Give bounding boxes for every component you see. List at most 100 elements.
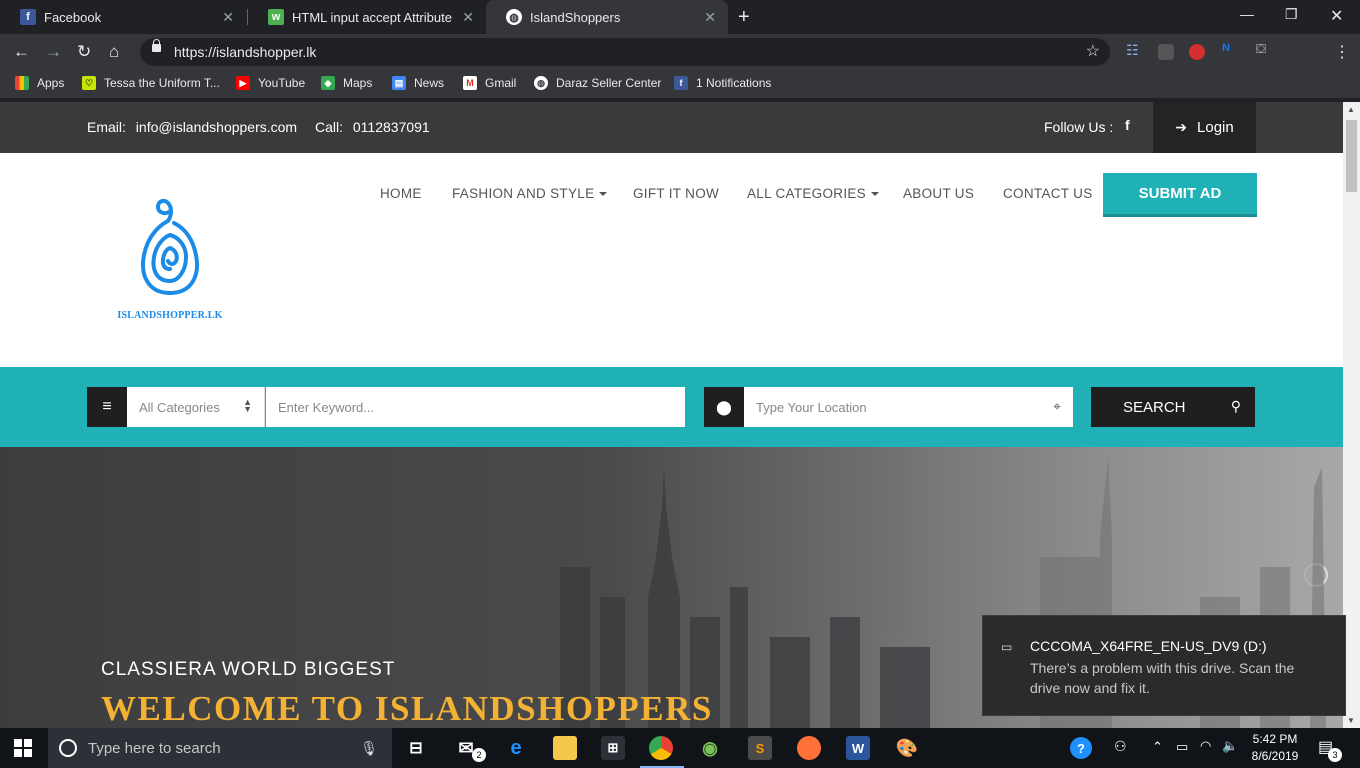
keyword-placeholder: Enter Keyword... — [278, 399, 375, 415]
list-extension-icon[interactable]: ☷ — [1126, 42, 1142, 58]
logo-text: ISLANDSHOPPER.LK — [117, 310, 223, 321]
bookmark-star-icon[interactable]: ☆ — [1086, 41, 1100, 61]
word-icon[interactable]: W — [846, 736, 870, 760]
nav-home[interactable]: HOME — [380, 186, 422, 201]
phone-link[interactable]: 0112837091 — [353, 119, 430, 135]
address-bar[interactable]: https://islandshopper.lk ☆ — [140, 38, 1110, 66]
hero-subtitle: CLASSIERA WORLD BIGGEST — [101, 659, 396, 680]
sublime-text-icon[interactable]: S — [748, 736, 772, 760]
bookmark-label: 1 Notifications — [696, 76, 772, 90]
android-studio-icon[interactable]: ◉ — [698, 736, 722, 760]
category-select[interactable]: All Categories ▲ ▼ — [127, 387, 265, 427]
bookmark-tessa[interactable]: ♡ Tessa the Uniform T... — [82, 76, 220, 90]
location-placeholder: Type Your Location — [756, 399, 867, 415]
tab-label: Facebook — [44, 9, 102, 25]
maximize-button[interactable]: ❐ — [1285, 6, 1298, 23]
nav-fashion-and-style[interactable]: FASHION AND STYLE — [452, 186, 608, 201]
bookmark-daraz[interactable]: ◍ Daraz Seller Center — [534, 76, 661, 90]
new-tab-button[interactable]: + — [738, 6, 750, 29]
email-label: Email: — [87, 119, 126, 135]
scrollbar-thumb[interactable] — [1346, 120, 1357, 192]
caret-down-icon — [870, 192, 879, 197]
system-clock[interactable]: 5:42 PM 8/6/2019 — [1250, 731, 1300, 765]
maps-icon: ◆ — [321, 76, 335, 90]
chrome-menu-icon[interactable]: ⋮ — [1334, 42, 1350, 62]
windows-start-icon[interactable] — [14, 739, 32, 757]
map-marker-icon: ⬤ — [704, 387, 744, 427]
nav-label: HOME — [380, 186, 422, 201]
caret-down-icon — [599, 192, 608, 197]
chevron-up-icon[interactable]: ⌃ — [1152, 739, 1163, 755]
n-extension-icon[interactable]: N — [1222, 42, 1238, 58]
close-tab-icon[interactable]: ✕ — [222, 9, 234, 26]
nav-about-us[interactable]: ABOUT US — [903, 186, 974, 201]
cast-extension-icon[interactable]: ⛋ — [1256, 41, 1272, 57]
bookmark-apps[interactable]: Apps — [15, 76, 64, 90]
lock-icon — [152, 39, 161, 52]
cortana-icon — [59, 739, 77, 757]
search-button[interactable]: SEARCH ⚲ — [1091, 387, 1255, 427]
wifi-icon[interactable]: ◠ — [1200, 738, 1211, 754]
close-tab-icon[interactable]: ✕ — [704, 9, 716, 26]
scroll-down-arrow-icon[interactable]: ▼ — [1347, 716, 1355, 725]
nav-label: ALL CATEGORIES — [747, 186, 866, 201]
nav-all-categories[interactable]: ALL CATEGORIES — [747, 186, 879, 201]
site-logo[interactable]: ISLANDSHOPPER.LK — [110, 191, 230, 321]
browser-tab-strip: f Facebook ✕ w HTML input accept Attribu… — [0, 0, 1360, 34]
file-explorer-icon[interactable] — [553, 736, 577, 760]
ublock-extension-icon[interactable] — [1189, 44, 1205, 60]
tab-html-input-accept[interactable]: w HTML input accept Attribute ✕ — [248, 0, 486, 34]
firefox-icon[interactable] — [797, 736, 821, 760]
minimize-button[interactable]: — — [1240, 6, 1254, 22]
help-icon[interactable]: ? — [1070, 737, 1092, 759]
honey-extension-icon[interactable] — [1158, 44, 1174, 60]
nav-gift-it-now[interactable]: GIFT IT NOW — [633, 186, 719, 201]
keyword-input[interactable]: Enter Keyword... — [266, 387, 685, 427]
close-window-button[interactable]: ✕ — [1330, 6, 1343, 26]
bookmark-youtube[interactable]: ▶ YouTube — [236, 76, 305, 90]
close-tab-icon[interactable]: ✕ — [462, 9, 474, 26]
forward-arrow-icon[interactable]: → — [45, 42, 62, 62]
drive-notification-toast[interactable]: ▭ CCCOMA_X64FRE_EN-US_DV9 (D:) There’s a… — [982, 615, 1346, 716]
menu-bars-icon[interactable]: ≡ — [87, 387, 127, 427]
bookmarks-bar: Apps ♡ Tessa the Uniform T... ▶ YouTube … — [0, 70, 1360, 98]
volume-icon[interactable]: 🔈 — [1222, 738, 1238, 754]
mail-badge: 2 — [472, 748, 486, 762]
home-icon[interactable]: ⌂ — [109, 42, 119, 62]
bookmark-maps[interactable]: ◆ Maps — [321, 76, 372, 90]
tab-facebook[interactable]: f Facebook ✕ — [0, 0, 246, 34]
submit-ad-button[interactable]: SUBMIT AD — [1103, 173, 1257, 217]
news-icon: ▤ — [392, 76, 406, 90]
bookmark-notifications[interactable]: f 1 Notifications — [674, 76, 771, 90]
apps-grid-icon — [15, 76, 29, 90]
people-icon[interactable]: ⚇ — [1114, 738, 1127, 755]
category-select-value: All Categories — [139, 399, 220, 415]
clock-time: 5:42 PM — [1252, 732, 1298, 746]
bookmark-gmail[interactable]: M Gmail — [463, 76, 516, 90]
scroll-up-arrow-icon[interactable]: ▲ — [1347, 105, 1355, 114]
facebook-icon[interactable]: f — [1125, 117, 1130, 133]
heart-icon: ♡ — [82, 76, 96, 90]
email-link[interactable]: info@islandshoppers.com — [136, 119, 297, 135]
contact-info: Email: info@islandshoppers.com Call: 011… — [87, 119, 436, 135]
bookmark-news[interactable]: ▤ News — [392, 76, 444, 90]
tab-label: HTML input accept Attribute — [292, 9, 452, 25]
taskbar-search-box[interactable]: Type here to search 🎙 — [48, 728, 392, 768]
login-button[interactable]: ➔ Login — [1153, 102, 1256, 153]
edge-icon[interactable]: e — [504, 736, 528, 760]
nav-contact-us[interactable]: CONTACT US — [1003, 186, 1093, 201]
taskbar-search-placeholder: Type here to search — [88, 739, 221, 757]
microphone-icon[interactable]: 🎙 — [360, 740, 378, 757]
clock-date: 8/6/2019 — [1251, 749, 1299, 763]
reload-icon[interactable]: ↻ — [77, 42, 91, 62]
back-arrow-icon[interactable]: ← — [13, 42, 30, 62]
bookmark-label: Daraz Seller Center — [556, 76, 662, 90]
crosshair-icon[interactable]: ⌖ — [1053, 398, 1061, 415]
battery-icon[interactable]: ▭ — [1176, 739, 1188, 755]
store-icon[interactable]: ⊞ — [601, 736, 625, 760]
task-view-icon[interactable]: ⊟ — [404, 736, 428, 760]
tab-islandshoppers[interactable]: ◍ IslandShoppers ✕ — [486, 0, 728, 34]
location-input[interactable]: Type Your Location ⌖ — [744, 387, 1073, 427]
paint-icon[interactable]: 🎨 — [895, 736, 919, 760]
chrome-icon[interactable] — [649, 736, 673, 760]
